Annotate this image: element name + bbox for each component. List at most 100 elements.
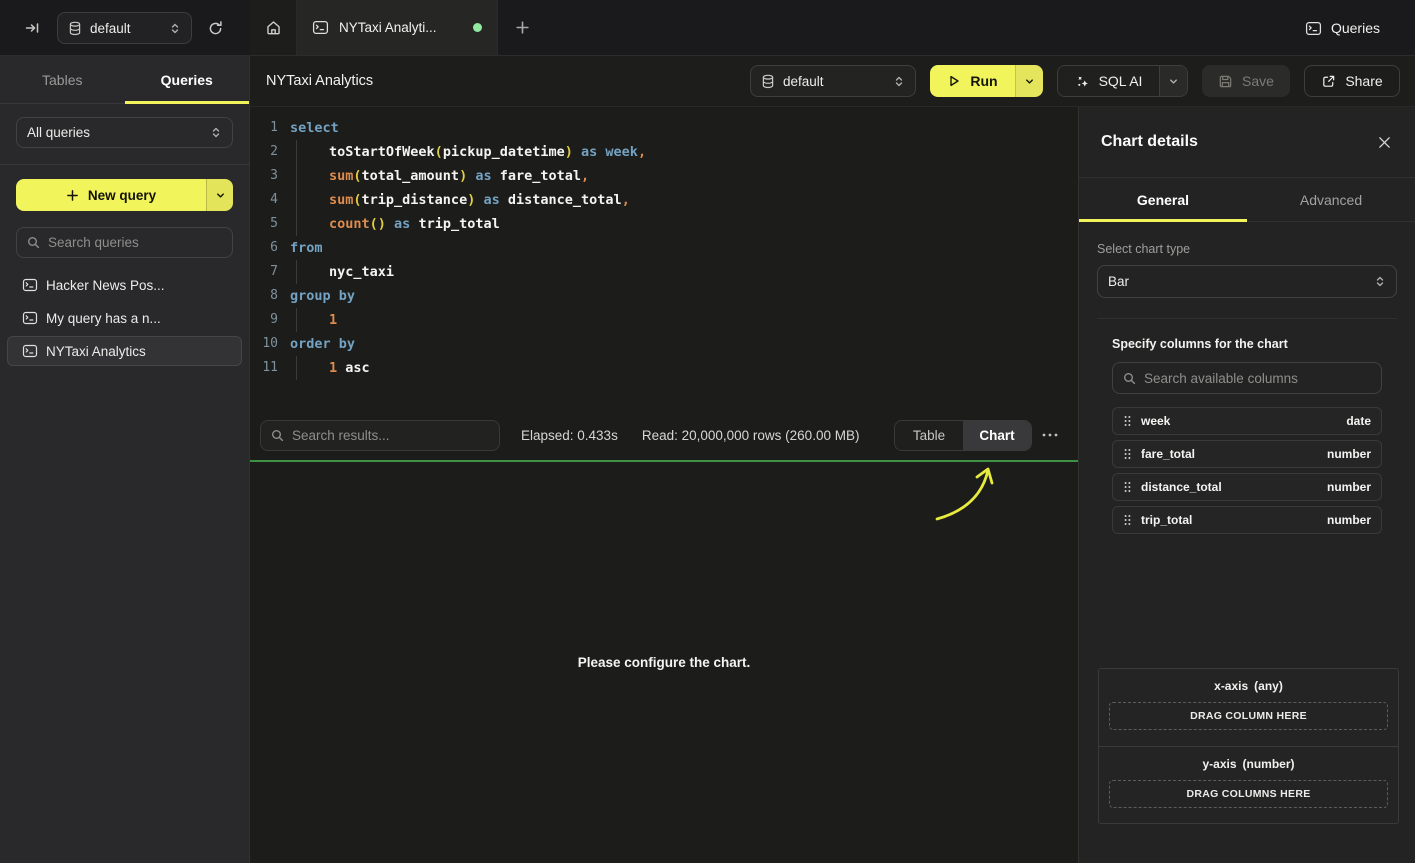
sql-line[interactable]: 10order by <box>250 332 1078 356</box>
chart-type-select[interactable]: Bar <box>1097 265 1397 298</box>
column-item[interactable]: distance_totalnumber <box>1112 473 1382 501</box>
elapsed-time: Elapsed: 0.433s <box>521 428 618 443</box>
panel-header: Chart details <box>1079 107 1415 178</box>
toolbar-database-value: default <box>783 74 824 89</box>
code-text: sum(trip_distance) as distance_total, <box>278 188 630 212</box>
column-type: number <box>1327 447 1371 461</box>
column-item[interactable]: fare_totalnumber <box>1112 440 1382 468</box>
new-query-main[interactable]: New query <box>16 179 206 211</box>
query-title: NYTaxi Analytics <box>266 73 373 89</box>
search-queries-input[interactable] <box>48 235 222 250</box>
sql-line[interactable]: 5count() as trip_total <box>250 212 1078 236</box>
run-options-dropdown[interactable] <box>1015 65 1043 97</box>
sql-editor[interactable]: 1select2toStartOfWeek(pickup_datetime) a… <box>250 107 1078 410</box>
sql-ai-label: SQL AI <box>1099 73 1143 89</box>
sql-line[interactable]: 1select <box>250 116 1078 140</box>
column-item[interactable]: trip_totalnumber <box>1112 506 1382 534</box>
topbar-database-value: default <box>90 21 131 36</box>
sql-line[interactable]: 6from <box>250 236 1078 260</box>
panel-tab-general[interactable]: General <box>1079 178 1247 221</box>
line-number: 2 <box>250 140 278 164</box>
sidebar-search-row <box>0 211 249 270</box>
code-text: 1 <box>278 308 337 332</box>
tab-nytaxi-analytics[interactable]: NYTaxi Analyti... <box>297 0 498 55</box>
code-text: sum(total_amount) as fare_total, <box>278 164 589 188</box>
line-number: 11 <box>250 356 278 380</box>
sql-line[interactable]: 8group by <box>250 284 1078 308</box>
sql-line[interactable]: 111 asc <box>250 356 1078 380</box>
sidebar-tab-queries[interactable]: Queries <box>125 56 250 103</box>
search-results-input[interactable] <box>292 428 489 443</box>
more-options-button[interactable] <box>1032 420 1068 451</box>
search-columns-input[interactable] <box>1144 371 1371 386</box>
queries-button[interactable]: Queries <box>1305 14 1380 42</box>
add-tab-button[interactable] <box>498 0 546 55</box>
drag-handle-icon <box>1123 514 1132 526</box>
search-queries-box[interactable] <box>16 227 233 258</box>
chart-type-value: Bar <box>1108 274 1129 289</box>
sql-ai-button[interactable]: SQL AI <box>1058 66 1159 96</box>
y-axis-dropzone[interactable]: DRAG COLUMNS HERE <box>1109 780 1388 808</box>
x-axis-dropzone[interactable]: DRAG COLUMN HERE <box>1109 702 1388 730</box>
y-axis-constraint: (number) <box>1243 757 1295 771</box>
collapse-sidebar-icon[interactable] <box>20 16 44 40</box>
active-tab-underline <box>125 101 250 104</box>
top-bar: default NYTaxi Analyti... <box>0 0 1415 56</box>
results-toolbar: Elapsed: 0.433s Read: 20,000,000 rows (2… <box>250 410 1078 460</box>
new-query-button[interactable]: New query <box>16 179 233 211</box>
terminal-icon <box>22 277 38 293</box>
chevron-updown-icon <box>1374 275 1386 288</box>
sql-line[interactable]: 2toStartOfWeek(pickup_datetime) as week, <box>250 140 1078 164</box>
query-filter-select[interactable]: All queries <box>16 117 233 148</box>
save-button[interactable]: Save <box>1202 65 1290 97</box>
sql-ai-dropdown[interactable] <box>1159 66 1187 96</box>
chevron-updown-icon <box>169 22 181 35</box>
share-button[interactable]: Share <box>1304 65 1400 97</box>
query-list: Hacker News Pos...My query has a n...NYT… <box>0 270 249 366</box>
sidebar-tab-tables[interactable]: Tables <box>0 56 125 103</box>
home-tab[interactable] <box>250 0 297 55</box>
column-item[interactable]: weekdate <box>1112 407 1382 435</box>
column-type: number <box>1327 513 1371 527</box>
search-icon <box>27 236 40 249</box>
sql-line[interactable]: 3sum(total_amount) as fare_total, <box>250 164 1078 188</box>
sparkles-icon <box>1075 74 1090 89</box>
close-panel-button[interactable] <box>1375 133 1393 151</box>
columns-section: Specify columns for the chart weekdatefa… <box>1097 337 1397 534</box>
terminal-icon <box>22 310 38 326</box>
terminal-icon <box>22 343 38 359</box>
terminal-icon <box>1305 20 1322 37</box>
panel-tab-advanced[interactable]: Advanced <box>1247 178 1415 221</box>
query-list-item[interactable]: NYTaxi Analytics <box>7 336 242 366</box>
drag-handle-icon <box>1123 481 1132 493</box>
sql-line[interactable]: 4sum(trip_distance) as distance_total, <box>250 188 1078 212</box>
line-number: 10 <box>250 332 278 356</box>
plus-icon <box>515 20 530 35</box>
chevron-updown-icon <box>210 126 222 139</box>
view-tab-table[interactable]: Table <box>895 421 963 450</box>
chevron-down-icon <box>1024 76 1035 87</box>
new-query-dropdown[interactable] <box>206 179 233 211</box>
share-button-label: Share <box>1345 73 1382 89</box>
y-axis-label: y-axis <box>1202 757 1236 771</box>
line-number: 8 <box>250 284 278 308</box>
run-button[interactable]: Run <box>930 65 1015 97</box>
column-name: week <box>1141 414 1170 428</box>
query-filter-value: All queries <box>27 125 90 140</box>
query-list-item[interactable]: My query has a n... <box>7 303 242 333</box>
topbar-database-selector[interactable]: default <box>57 12 192 44</box>
refresh-icon[interactable] <box>203 16 227 40</box>
toolbar-database-selector[interactable]: default <box>750 65 916 97</box>
search-results-box[interactable] <box>260 420 500 451</box>
column-name: distance_total <box>1141 480 1222 494</box>
database-icon <box>68 21 82 36</box>
sql-line[interactable]: 91 <box>250 308 1078 332</box>
ellipsis-icon <box>1042 433 1058 437</box>
divider <box>1097 318 1397 319</box>
search-columns-box[interactable] <box>1112 362 1382 394</box>
play-icon <box>947 74 961 88</box>
query-list-item[interactable]: Hacker News Pos... <box>7 270 242 300</box>
sql-line[interactable]: 7nyc_taxi <box>250 260 1078 284</box>
view-tab-chart[interactable]: Chart <box>963 421 1031 450</box>
unsaved-changes-dot <box>473 23 482 32</box>
